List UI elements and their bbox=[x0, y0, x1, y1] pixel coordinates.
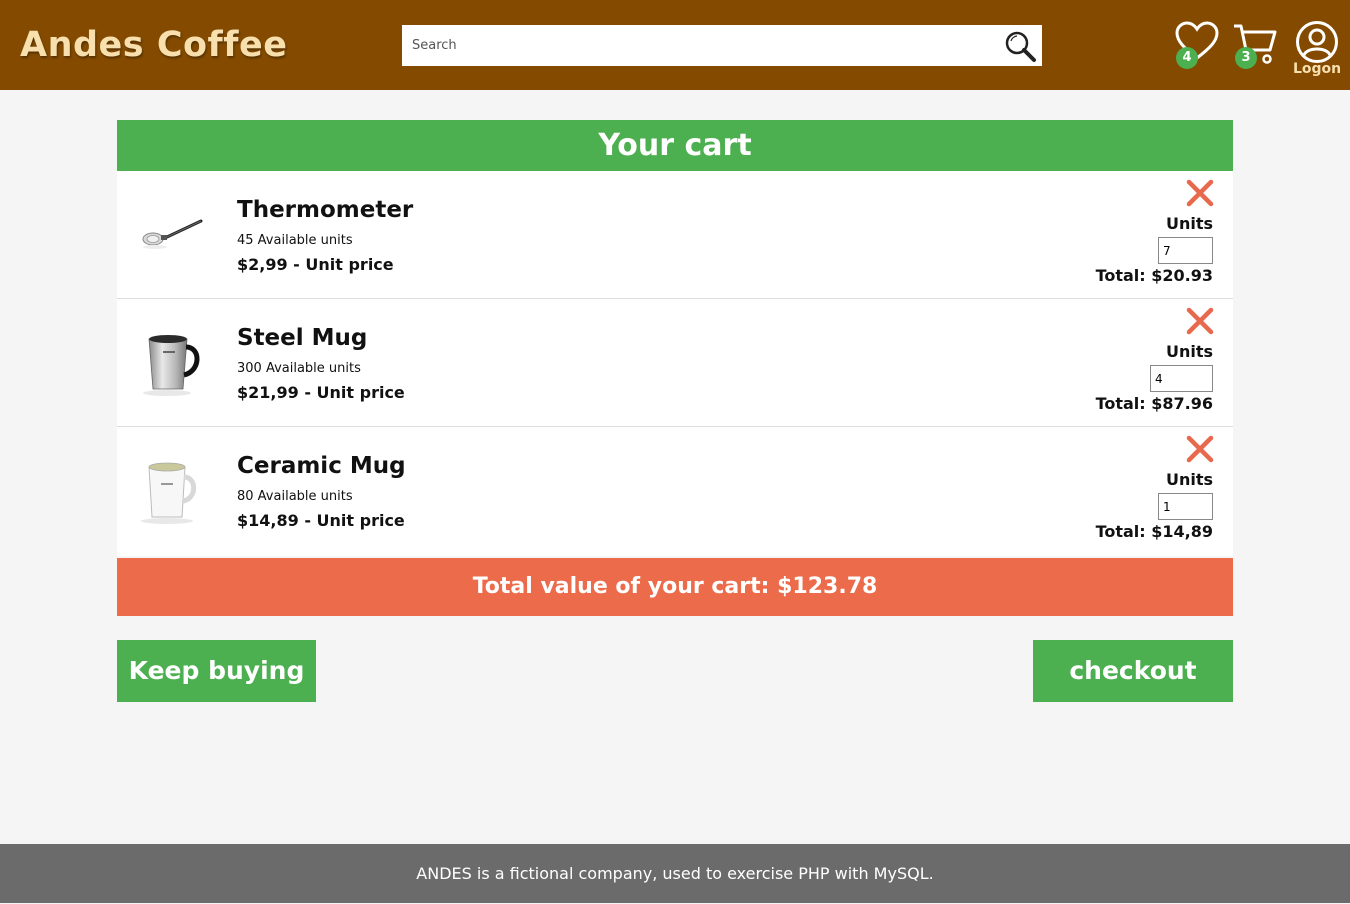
thermometer-image bbox=[142, 219, 203, 249]
item-availability: 80 Available units bbox=[237, 489, 353, 504]
item-total: Total: $87.96 bbox=[1095, 394, 1213, 413]
cart-title: Your cart bbox=[117, 120, 1233, 171]
search-input[interactable] bbox=[402, 25, 992, 66]
cart-count-badge: 3 bbox=[1235, 47, 1257, 69]
cart-item: Steel Mug 300 Available units $21,99 - U… bbox=[117, 299, 1233, 427]
item-name[interactable]: Thermometer bbox=[237, 197, 413, 223]
cart-total-bar: Total value of your cart: $123.78 bbox=[117, 558, 1233, 616]
item-name[interactable]: Ceramic Mug bbox=[237, 453, 406, 479]
cart-list: Thermometer 45 Available units $2,99 - U… bbox=[117, 171, 1233, 556]
close-icon[interactable] bbox=[1186, 179, 1214, 207]
quantity-input[interactable] bbox=[1158, 237, 1213, 264]
item-availability: 300 Available units bbox=[237, 361, 361, 376]
quantity-input[interactable] bbox=[1150, 365, 1213, 392]
cart-button[interactable]: 3 bbox=[1232, 22, 1278, 72]
header: Andes Coffee 4 3 Logon bbox=[0, 0, 1350, 90]
cart-item: Thermometer 45 Available units $2,99 - U… bbox=[117, 171, 1233, 299]
wishlist-count-badge: 4 bbox=[1176, 47, 1198, 69]
logon-link[interactable]: Logon bbox=[1293, 61, 1341, 77]
close-icon[interactable] bbox=[1186, 435, 1214, 463]
checkout-button[interactable]: checkout bbox=[1033, 640, 1233, 702]
units-label: Units bbox=[1165, 342, 1213, 361]
close-icon[interactable] bbox=[1186, 307, 1214, 335]
item-total: Total: $20.93 bbox=[1095, 266, 1213, 285]
item-availability: 45 Available units bbox=[237, 233, 353, 248]
steel-mug-image bbox=[143, 335, 200, 396]
keep-buying-button[interactable]: Keep buying bbox=[117, 640, 316, 702]
footer: ANDES is a fictional company, used to ex… bbox=[0, 844, 1350, 903]
user-icon[interactable] bbox=[1295, 20, 1339, 64]
wishlist-button[interactable]: 4 bbox=[1174, 20, 1220, 70]
item-unit-price: $21,99 - Unit price bbox=[237, 383, 405, 402]
footer-text: ANDES is a fictional company, used to ex… bbox=[416, 864, 934, 883]
search-bar bbox=[402, 25, 1042, 66]
search-icon[interactable] bbox=[1002, 28, 1038, 64]
item-unit-price: $14,89 - Unit price bbox=[237, 511, 405, 530]
item-name[interactable]: Steel Mug bbox=[237, 325, 367, 351]
quantity-input[interactable] bbox=[1158, 493, 1213, 520]
ceramic-mug-image bbox=[141, 462, 197, 524]
item-unit-price: $2,99 - Unit price bbox=[237, 255, 394, 274]
brand-logo[interactable]: Andes Coffee bbox=[20, 22, 287, 68]
item-total: Total: $14,89 bbox=[1095, 522, 1213, 541]
units-label: Units bbox=[1165, 470, 1213, 489]
units-label: Units bbox=[1165, 214, 1213, 233]
cart-item: Ceramic Mug 80 Available units $14,89 - … bbox=[117, 427, 1233, 556]
